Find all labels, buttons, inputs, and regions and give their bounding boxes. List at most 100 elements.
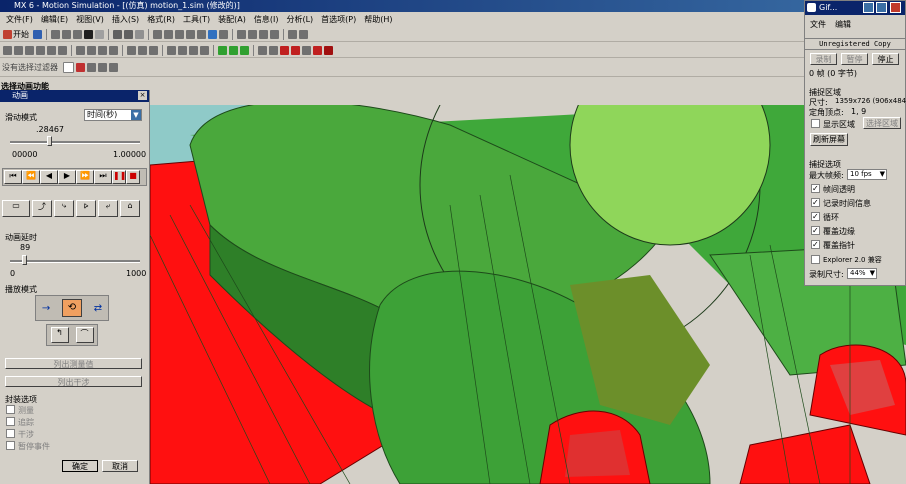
stop-button[interactable]: ■ <box>126 170 140 184</box>
zoom-icon[interactable] <box>175 29 184 39</box>
close-icon[interactable]: × <box>138 91 147 100</box>
joint-icon-2[interactable] <box>87 45 96 55</box>
select-icon-c[interactable] <box>109 63 118 72</box>
menu-preferences[interactable]: 首选项(P) <box>317 14 360 25</box>
next-frame-icon[interactable] <box>302 45 311 55</box>
loop-checkbox[interactable] <box>811 212 820 221</box>
menu-help[interactable]: 帮助(H) <box>360 14 396 25</box>
select-type-icon[interactable] <box>76 63 85 72</box>
snap-icon-2[interactable] <box>248 29 257 39</box>
select-icon[interactable] <box>299 29 308 39</box>
cancel-button[interactable]: 取消 <box>102 460 138 472</box>
menu-info[interactable]: 信息(I) <box>250 14 283 25</box>
pause-button[interactable]: 暂停 <box>841 53 868 65</box>
measure-button[interactable]: ⦠ <box>76 200 96 217</box>
explode-button[interactable]: ⤷ <box>54 200 74 217</box>
reverse-icon[interactable]: ⇄ <box>94 303 102 314</box>
chevron-down-icon[interactable]: ▼ <box>131 110 141 120</box>
select-icon-b[interactable] <box>98 63 107 72</box>
delay-slider-thumb[interactable] <box>21 255 27 265</box>
menu-analysis[interactable]: 分析(L) <box>282 14 317 25</box>
motion-icon-6[interactable] <box>58 45 67 55</box>
analysis-icon-1[interactable] <box>167 45 176 55</box>
step-forward-button[interactable]: ⏩ <box>76 170 94 184</box>
joint-icon-1[interactable] <box>76 45 85 55</box>
prev-frame-icon[interactable] <box>269 45 278 55</box>
pause-button[interactable]: ❚❚ <box>112 170 126 184</box>
select-icon-a[interactable] <box>87 63 96 72</box>
loop-icon[interactable]: ⟲ <box>61 299 82 317</box>
motion-icon-4[interactable] <box>36 45 45 55</box>
menu-format[interactable]: 格式(R) <box>143 14 179 25</box>
menu-insert[interactable]: 插入(S) <box>108 14 143 25</box>
bounce-mode-button[interactable]: ⌒ <box>75 327 94 343</box>
trace-button[interactable]: ⤴ <box>32 200 52 217</box>
start-icon[interactable] <box>3 29 12 39</box>
edges-checkbox[interactable] <box>811 226 820 235</box>
filter-icon[interactable] <box>288 29 297 39</box>
undo-icon[interactable] <box>95 29 104 39</box>
gif-menu-file[interactable]: 文件 <box>810 19 826 30</box>
orient-icon[interactable] <box>219 29 228 39</box>
menu-view[interactable]: 视图(V) <box>72 14 108 25</box>
ok-button[interactable]: 确定 <box>62 460 98 472</box>
list-interference-button[interactable]: 列出干涉 <box>5 376 142 387</box>
snap-icon-4[interactable] <box>270 29 279 39</box>
trace-checkbox[interactable] <box>6 417 15 426</box>
start-label[interactable]: 开始 <box>13 29 29 40</box>
filter-dropdown[interactable]: 没有选择过滤器 <box>2 62 58 73</box>
filter-arrow-icon[interactable] <box>63 62 74 73</box>
rewind-mode-button[interactable]: ↰ <box>50 327 69 343</box>
play-back-icon[interactable] <box>280 45 289 55</box>
play-button[interactable]: ▶ <box>58 170 76 184</box>
step-back-button[interactable]: ⏪ <box>22 170 40 184</box>
list-measure-button[interactable]: 列出测量值 <box>5 358 142 369</box>
menu-tools[interactable]: 工具(T) <box>179 14 214 25</box>
joint-icon-4[interactable] <box>109 45 118 55</box>
analysis-icon-2[interactable] <box>178 45 187 55</box>
pan-icon[interactable] <box>186 29 195 39</box>
wcs-icon[interactable] <box>153 29 162 39</box>
layer-icon[interactable] <box>135 29 144 39</box>
play-icon[interactable] <box>291 45 300 55</box>
measure-checkbox[interactable] <box>6 405 15 414</box>
first-frame-button[interactable]: ⏮ <box>4 170 22 184</box>
stop-button[interactable]: 停止 <box>872 53 899 65</box>
close-icon[interactable] <box>890 2 901 13</box>
arrow-icon-1[interactable] <box>218 45 227 55</box>
fit-icon[interactable] <box>164 29 173 39</box>
load-icon-2[interactable] <box>138 45 147 55</box>
delete-icon[interactable] <box>84 29 93 39</box>
graphics-window[interactable] <box>150 105 906 484</box>
motion-icon-3[interactable] <box>25 45 34 55</box>
cursor-checkbox[interactable] <box>811 240 820 249</box>
play-back-button[interactable]: ◀ <box>40 170 58 184</box>
snap-icon-1[interactable] <box>237 29 246 39</box>
timing-checkbox[interactable] <box>811 198 820 207</box>
paste-icon[interactable] <box>73 29 82 39</box>
motion-icon-2[interactable] <box>14 45 23 55</box>
motion-icon-5[interactable] <box>47 45 56 55</box>
analysis-icon-3[interactable] <box>189 45 198 55</box>
view-icon[interactable] <box>113 29 122 39</box>
record-size-select[interactable]: 44% ▼ <box>847 268 877 279</box>
render-icon[interactable] <box>124 29 133 39</box>
pause-icon[interactable] <box>313 45 322 55</box>
pause-event-checkbox[interactable] <box>6 441 15 450</box>
menu-file[interactable]: 文件(F) <box>2 14 37 25</box>
rotate-icon[interactable] <box>197 29 206 39</box>
transparent-checkbox[interactable] <box>811 184 820 193</box>
motion-icon-1[interactable] <box>3 45 12 55</box>
menu-edit[interactable]: 编辑(E) <box>37 14 72 25</box>
cut-icon[interactable] <box>51 29 60 39</box>
arrow-icon-3[interactable] <box>240 45 249 55</box>
menu-assembly[interactable]: 装配(A) <box>214 14 250 25</box>
show-area-checkbox[interactable] <box>811 119 820 128</box>
gif-menu-edit[interactable]: 编辑 <box>835 19 851 30</box>
first-frame-icon[interactable] <box>258 45 267 55</box>
load-icon-3[interactable] <box>149 45 158 55</box>
copy-icon[interactable] <box>62 29 71 39</box>
select-area-button[interactable]: 选择区域 <box>863 117 901 129</box>
last-frame-button[interactable]: ⏭ <box>94 170 112 184</box>
interference-button[interactable]: ⤶ <box>98 200 118 217</box>
